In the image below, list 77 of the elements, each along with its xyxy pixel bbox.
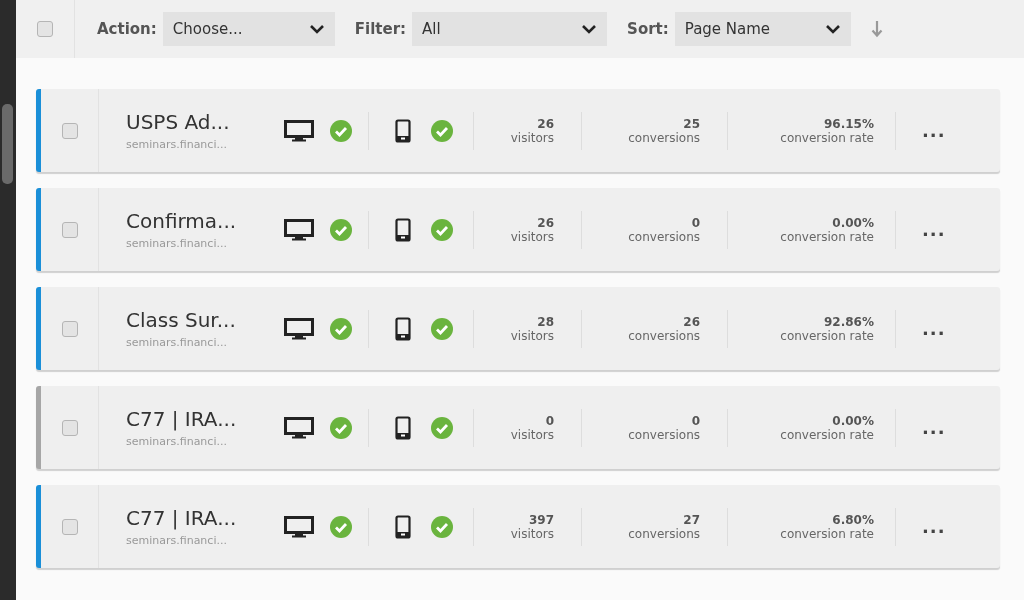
chevron-down-icon (824, 24, 841, 34)
conversion-rate-value: 92.86% (824, 314, 874, 329)
desktop-icon (284, 515, 314, 538)
page-name[interactable]: Confirma... (126, 209, 276, 233)
mobile-icon (395, 514, 411, 539)
conversions-label: conversions (628, 130, 700, 145)
page-url: seminars.financi... (126, 138, 228, 151)
conversions-label: conversions (628, 328, 700, 343)
page-url: seminars.financi... (126, 534, 228, 547)
row-checkbox[interactable] (61, 320, 78, 337)
desktop-icon (284, 317, 314, 340)
more-options-button[interactable]: ... (918, 318, 950, 339)
sort-label: Sort: (627, 20, 669, 38)
page-row[interactable]: USPS Ad... seminars.financi... 26 visitors 25 conversions 96.15% conversion rate ... (36, 89, 1000, 172)
more-options-button[interactable]: ... (918, 417, 950, 438)
desktop-icon (284, 119, 314, 142)
visitors-label: visitors (510, 328, 554, 343)
sort-direction-icon[interactable] (870, 20, 883, 38)
page-row[interactable]: C77 | IRA... seminars.financi... 397 visitors 27 conversions 6.80% conversion rate ... (36, 485, 1000, 568)
visitors-count: 28 (537, 314, 554, 329)
visitors-count: 0 (545, 413, 554, 428)
conversions-count: 0 (691, 215, 700, 230)
desktop-icon (284, 218, 314, 241)
visitors-count: 26 (537, 116, 554, 131)
visitors-label: visitors (510, 526, 554, 541)
mobile-icon (395, 217, 411, 242)
conversion-rate-value: 0.00% (832, 215, 874, 230)
row-checkbox[interactable] (61, 122, 78, 139)
mobile-icon (395, 118, 411, 143)
visitors-count: 397 (528, 512, 554, 527)
conversion-rate-value: 0.00% (832, 413, 874, 428)
conversion-rate-label: conversion rate (780, 130, 874, 145)
page-name[interactable]: Class Sur... (126, 308, 276, 332)
conversions-label: conversions (628, 427, 700, 442)
conversion-rate-label: conversion rate (780, 328, 874, 343)
page-name[interactable]: C77 | IRA... (126, 506, 276, 530)
page-url: seminars.financi... (126, 435, 228, 448)
chevron-down-icon (308, 24, 325, 34)
filter-dropdown[interactable]: All (412, 12, 608, 46)
filter-label: Filter: (354, 20, 407, 38)
conversions-label: conversions (628, 229, 700, 244)
conversion-rate-value: 6.80% (832, 512, 874, 527)
conversions-count: 27 (683, 512, 700, 527)
conversions-count: 25 (683, 116, 700, 131)
row-checkbox[interactable] (61, 518, 78, 535)
desktop-icon (284, 416, 314, 439)
mobile-icon (395, 316, 411, 341)
conversions-count: 0 (691, 413, 700, 428)
chevron-down-icon (581, 24, 598, 34)
visitors-label: visitors (510, 427, 554, 442)
conversion-rate-value: 96.15% (824, 116, 874, 131)
page-name[interactable]: USPS Ad... (126, 110, 276, 134)
row-checkbox[interactable] (61, 419, 78, 436)
conversion-rate-label: conversion rate (780, 427, 874, 442)
more-options-button[interactable]: ... (918, 219, 950, 240)
page-name[interactable]: C77 | IRA... (126, 407, 276, 431)
visitors-count: 26 (537, 215, 554, 230)
visitors-label: visitors (510, 229, 554, 244)
conversion-rate-label: conversion rate (780, 229, 874, 244)
more-options-button[interactable]: ... (918, 516, 950, 537)
conversion-rate-label: conversion rate (780, 526, 874, 541)
scrollbar-thumb[interactable] (2, 104, 13, 184)
select-all-checkbox[interactable] (37, 21, 53, 37)
mobile-icon (395, 415, 411, 440)
page-url: seminars.financi... (126, 336, 228, 349)
more-options-button[interactable]: ... (918, 120, 950, 141)
visitors-label: visitors (510, 130, 554, 145)
page-row[interactable]: Confirma... seminars.financi... 26 visitors 0 conversions 0.00% conversion rate ... (36, 188, 1000, 271)
action-dropdown[interactable]: Choose... (162, 12, 335, 46)
conversions-label: conversions (628, 526, 700, 541)
action-label: Action: (97, 20, 157, 38)
row-checkbox[interactable] (61, 221, 78, 238)
sort-dropdown[interactable]: Page Name (674, 12, 851, 46)
page-row[interactable]: C77 | IRA... seminars.financi... 0 visitors 0 conversions 0.00% conversion rate ... (36, 386, 1000, 469)
conversions-count: 26 (683, 314, 700, 329)
page-url: seminars.financi... (126, 237, 228, 250)
page-row[interactable]: Class Sur... seminars.financi... 28 visitors 26 conversions 92.86% conversion rate ... (36, 287, 1000, 370)
